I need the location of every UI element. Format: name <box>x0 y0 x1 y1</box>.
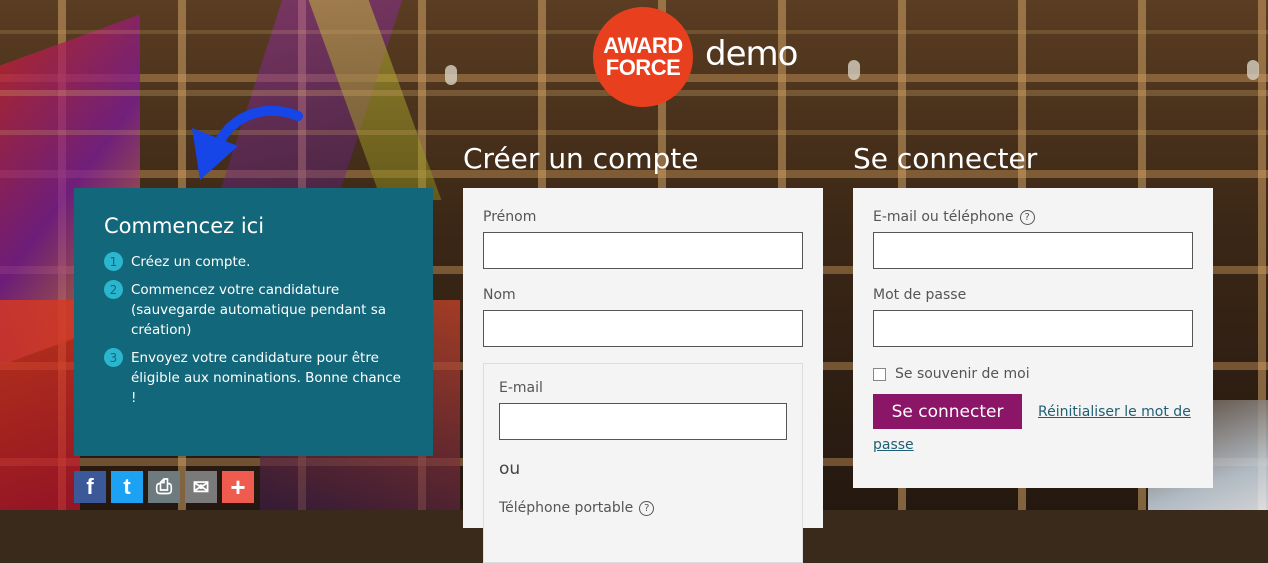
twitter-icon[interactable]: t <box>111 471 143 503</box>
login-actions: Se connecter Réinitialiser le mot de pass… <box>873 394 1193 460</box>
curved-arrow-icon <box>192 105 303 180</box>
step-text: Commencez votre candidature (sauvegarde … <box>131 282 387 338</box>
step-item: 2 Commencez votre candidature (sauvegard… <box>104 280 403 340</box>
register-title: Créer un compte <box>463 142 699 175</box>
login-title: Se connecter <box>853 142 1038 175</box>
logo-line-2: FORCE <box>605 55 681 80</box>
first-name-label: Prénom <box>483 209 537 225</box>
email-label: E-mail <box>499 380 543 396</box>
mobile-label: Téléphone portable ? <box>499 500 787 516</box>
share-bar: f t ⎙ ✉ + <box>74 471 254 503</box>
help-icon[interactable]: ? <box>639 500 655 516</box>
remember-label: Se souvenir de moi <box>895 366 1030 382</box>
help-icon[interactable]: ? <box>1019 209 1035 225</box>
email-input[interactable] <box>499 403 787 440</box>
step-text: Créez un compte. <box>131 254 251 270</box>
email-icon[interactable]: ✉ <box>185 471 217 503</box>
step-text: Envoyez votre candidature pour être élig… <box>131 350 401 406</box>
logo-badge: AWARD FORCE <box>593 7 693 107</box>
remember-checkbox[interactable] <box>873 367 886 381</box>
last-name-label: Nom <box>483 287 516 303</box>
step-number: 1 <box>104 252 123 271</box>
email-phone-label: E-mail ou téléphone ? <box>873 209 1193 225</box>
step-number: 3 <box>104 348 123 367</box>
mobile-label-text: Téléphone portable <box>499 500 634 516</box>
email-phone-input[interactable] <box>873 232 1193 269</box>
email-phone-label-text: E-mail ou téléphone <box>873 209 1014 225</box>
login-form: E-mail ou téléphone ? Mot de passe Se so… <box>853 188 1213 488</box>
step-item: 3 Envoyez votre candidature pour être él… <box>104 348 403 408</box>
password-input[interactable] <box>873 310 1193 347</box>
start-here-panel: Commencez ici 1 Créez un compte. 2 Comme… <box>74 188 433 456</box>
first-name-input[interactable] <box>483 232 803 269</box>
login-button[interactable]: Se connecter <box>873 394 1022 429</box>
logo-line-1: AWARD <box>603 33 683 58</box>
start-panel-title: Commencez ici <box>104 214 265 238</box>
remember-me[interactable]: Se souvenir de moi <box>873 366 1193 382</box>
last-name-input[interactable] <box>483 310 803 347</box>
contact-group: E-mail ou Téléphone portable ? <box>483 363 803 563</box>
award-force-logo[interactable]: AWARD FORCE demo <box>593 7 798 107</box>
facebook-icon[interactable]: f <box>74 471 106 503</box>
step-number: 2 <box>104 280 123 299</box>
register-form: Prénom Nom E-mail ou Téléphone portable … <box>463 188 823 563</box>
print-icon[interactable]: ⎙ <box>148 471 180 503</box>
plus-icon[interactable]: + <box>222 471 254 503</box>
or-separator: ou <box>499 459 521 479</box>
password-label: Mot de passe <box>873 287 967 303</box>
step-item: 1 Créez un compte. <box>104 252 403 272</box>
logo-suffix: demo <box>705 34 798 74</box>
